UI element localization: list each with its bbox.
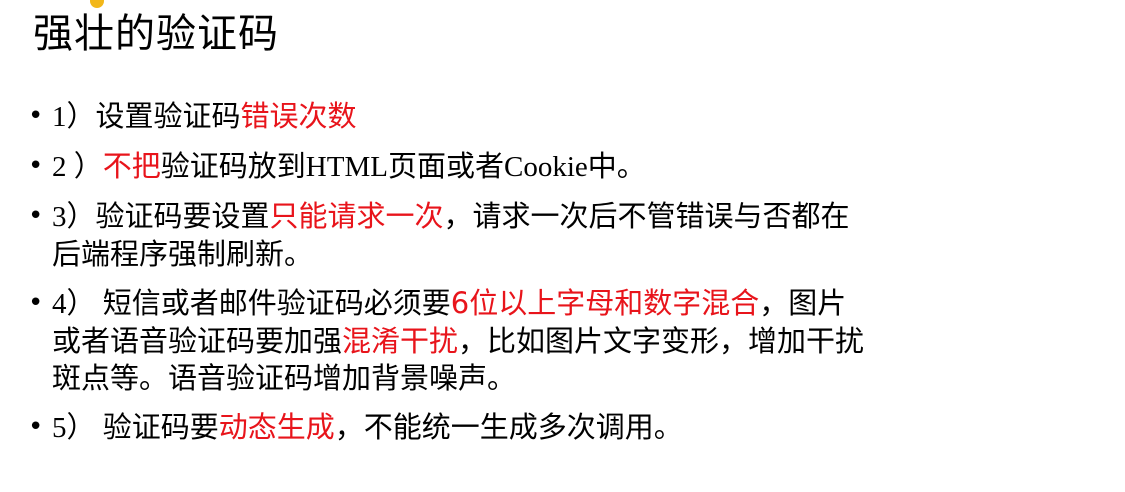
bullet-dot: • xyxy=(28,412,44,442)
body-text: Cookie xyxy=(503,151,588,183)
highlight-text: 混淆干扰 xyxy=(342,324,459,358)
bullet-dot: • xyxy=(28,151,44,181)
bullet-number: 5） xyxy=(52,412,103,444)
bullet-line: 斑点等。语音验证码增加背景噪声。 xyxy=(52,360,1108,397)
bullet-line: 1）设置验证码错误次数 xyxy=(52,98,1108,136)
bullet-item: • 4） 短信或者邮件验证码必须要6位以上字母和数字混合，图片 或者语音验证码要加强… xyxy=(28,285,1108,397)
bullet-number: 3） xyxy=(52,201,96,233)
bullet-dot: • xyxy=(28,201,44,231)
bullet-number: 1） xyxy=(52,101,96,133)
body-text: 页面或者 xyxy=(387,149,504,183)
body-text: 短信或者邮件验证码必须要 xyxy=(102,286,451,320)
body-text: 验证码要 xyxy=(102,410,219,444)
slide-title: 强壮的验证码 xyxy=(33,11,279,57)
body-text: ，不能统一生成多次调用。 xyxy=(334,410,683,444)
bullet-item: • 2 ）不把验证码放到HTML页面或者Cookie中。 xyxy=(28,148,1108,186)
highlight-text: 只能请求一次 xyxy=(269,199,444,233)
highlight-text: 不把 xyxy=(102,149,161,183)
bullet-item: • 1）设置验证码错误次数 xyxy=(28,98,1108,136)
highlight-text: 6位以上字母和数字混合 xyxy=(450,286,760,320)
body-text: 设置验证码 xyxy=(95,99,241,133)
bullet-number: 2 ） xyxy=(52,151,103,183)
body-text: 或者语音验证码要加强 xyxy=(52,324,343,358)
bullet-line: 5） 验证码要动态生成，不能统一生成多次调用。 xyxy=(52,409,1108,447)
bullet-line: 2 ）不把验证码放到HTML页面或者Cookie中。 xyxy=(52,148,1108,186)
highlight-text: 错误次数 xyxy=(240,99,357,133)
body-text: 验证码要设置 xyxy=(95,199,270,233)
bullet-list: • 1）设置验证码错误次数 • 2 ）不把验证码放到HTML页面或者Cookie中。 •… xyxy=(28,98,1108,459)
body-text: 验证码放到 xyxy=(160,149,306,183)
body-text: 后端程序强制刷新。 xyxy=(52,237,314,271)
bullet-item: • 3）验证码要设置只能请求一次，请求一次后不管错误与否都在 后端程序强制刷新。 xyxy=(28,198,1108,273)
body-text: HTML xyxy=(305,151,388,183)
body-text: ，请求一次后不管错误与否都在 xyxy=(443,199,850,233)
body-text: ，比如图片文字变形，增加干扰 xyxy=(458,324,865,358)
highlight-text: 动态生成 xyxy=(218,410,335,444)
body-text: 中。 xyxy=(587,149,646,183)
bullet-item: • 5） 验证码要动态生成，不能统一生成多次调用。 xyxy=(28,409,1108,447)
bullet-line: 3）验证码要设置只能请求一次，请求一次后不管错误与否都在 xyxy=(52,198,1108,236)
bullet-line: 后端程序强制刷新。 xyxy=(52,236,1108,273)
body-text: ，图片 xyxy=(759,286,847,320)
bullet-dot: • xyxy=(28,101,44,131)
bullet-line: 4） 短信或者邮件验证码必须要6位以上字母和数字混合，图片 xyxy=(52,285,1108,323)
bullet-number: 4） xyxy=(52,288,103,320)
body-text: 斑点等。语音验证码增加背景噪声。 xyxy=(52,361,517,395)
bullet-dot: • xyxy=(28,288,44,318)
bullet-line: 或者语音验证码要加强混淆干扰，比如图片文字变形，增加干扰 xyxy=(52,323,1108,360)
